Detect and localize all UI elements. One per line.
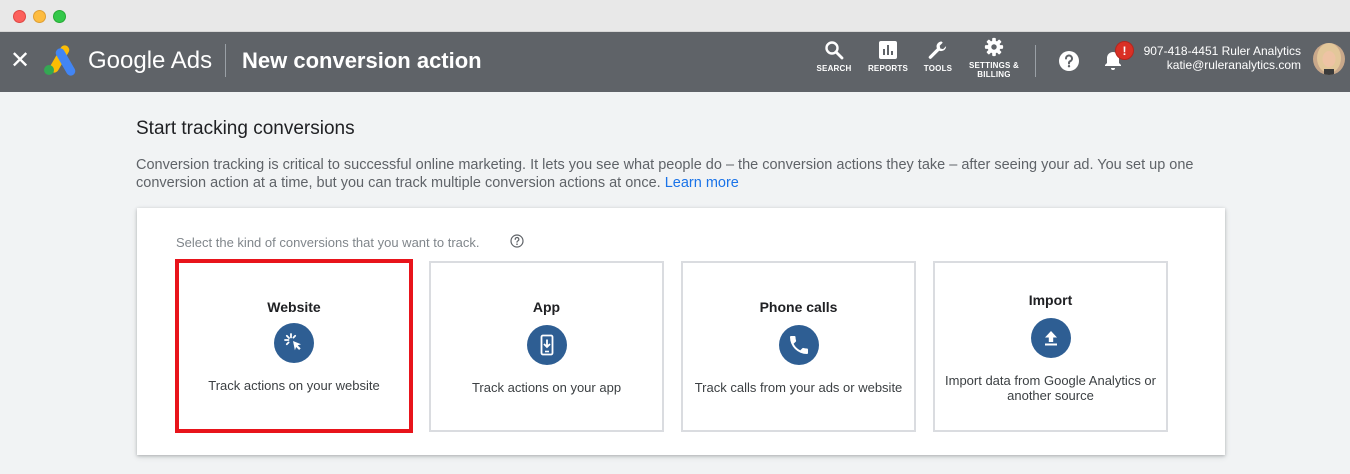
nav-search[interactable]: SEARCH: [814, 40, 854, 86]
instruction-text: Select the kind of conversions that you …: [176, 235, 480, 250]
brand-divider: [225, 44, 226, 77]
reports-icon: [879, 41, 897, 59]
close-icon[interactable]: ✕: [10, 49, 30, 73]
nav-settings-label: SETTINGS & BILLING: [966, 61, 1022, 79]
nav-tools-label: TOOLS: [923, 64, 953, 73]
cursor-click-icon: [274, 323, 314, 363]
top-app-bar: ✕ Google Ads New conversion action SEARC…: [0, 32, 1350, 92]
nav-search-label: SEARCH: [816, 64, 852, 73]
help-circle-icon[interactable]: [510, 234, 524, 248]
option-phone-calls-description: Track calls from your ads or website: [694, 380, 903, 395]
option-app-title: App: [532, 299, 561, 315]
account-name: 907-418-4451 Ruler Analytics: [1143, 44, 1301, 58]
header-divider: [1035, 45, 1036, 77]
window-maximize-dot[interactable]: [53, 10, 66, 23]
nav-settings-billing[interactable]: SETTINGS & BILLING: [966, 37, 1022, 86]
upload-icon: [1030, 318, 1071, 358]
google-ads-logo: [44, 45, 76, 76]
page-title: New conversion action: [242, 48, 482, 73]
avatar[interactable]: [1313, 43, 1345, 75]
phone-handset-icon: [778, 325, 819, 365]
window-titlebar: [0, 0, 1350, 32]
phone-download-icon: [526, 325, 567, 365]
option-website[interactable]: Website Track actions on your website: [175, 259, 413, 433]
option-app-description: Track actions on your app: [471, 380, 622, 395]
conversion-type-panel: Select the kind of conversions that you …: [137, 208, 1225, 455]
account-info[interactable]: 907-418-4451 Ruler Analytics katie@ruler…: [1101, 44, 1301, 72]
option-app[interactable]: App Track actions on your app: [429, 261, 664, 432]
nav-reports-label: REPORTS: [867, 64, 909, 73]
window-minimize-dot[interactable]: [33, 10, 46, 23]
learn-more-link[interactable]: Learn more: [665, 175, 739, 191]
intro-text: Conversion tracking is critical to succe…: [136, 156, 1216, 192]
window-close-dot[interactable]: [13, 10, 26, 23]
nav-reports[interactable]: REPORTS: [866, 40, 910, 86]
nav-settings-label-line2: BILLING: [977, 70, 1011, 79]
option-import-description: Import data from Google Analytics or ano…: [945, 373, 1156, 403]
section-title: Start tracking conversions: [136, 118, 355, 139]
help-icon[interactable]: [1058, 50, 1080, 72]
search-icon: [825, 41, 844, 60]
brand-name: Google Ads: [88, 47, 213, 74]
option-website-description: Track actions on your website: [208, 378, 380, 393]
nav-settings-label-line1: SETTINGS &: [968, 61, 1019, 70]
option-import-title: Import: [1028, 292, 1073, 308]
option-phone-calls[interactable]: Phone calls Track calls from your ads or…: [681, 261, 916, 432]
account-email: katie@ruleranalytics.com: [1166, 58, 1301, 72]
option-phone-calls-title: Phone calls: [759, 299, 838, 315]
nav-tools[interactable]: TOOLS: [920, 40, 956, 86]
gear-icon: [984, 37, 1004, 57]
option-import[interactable]: Import Import data from Google Analytics…: [933, 261, 1168, 432]
wrench-icon: [928, 41, 947, 59]
option-website-title: Website: [267, 299, 321, 315]
